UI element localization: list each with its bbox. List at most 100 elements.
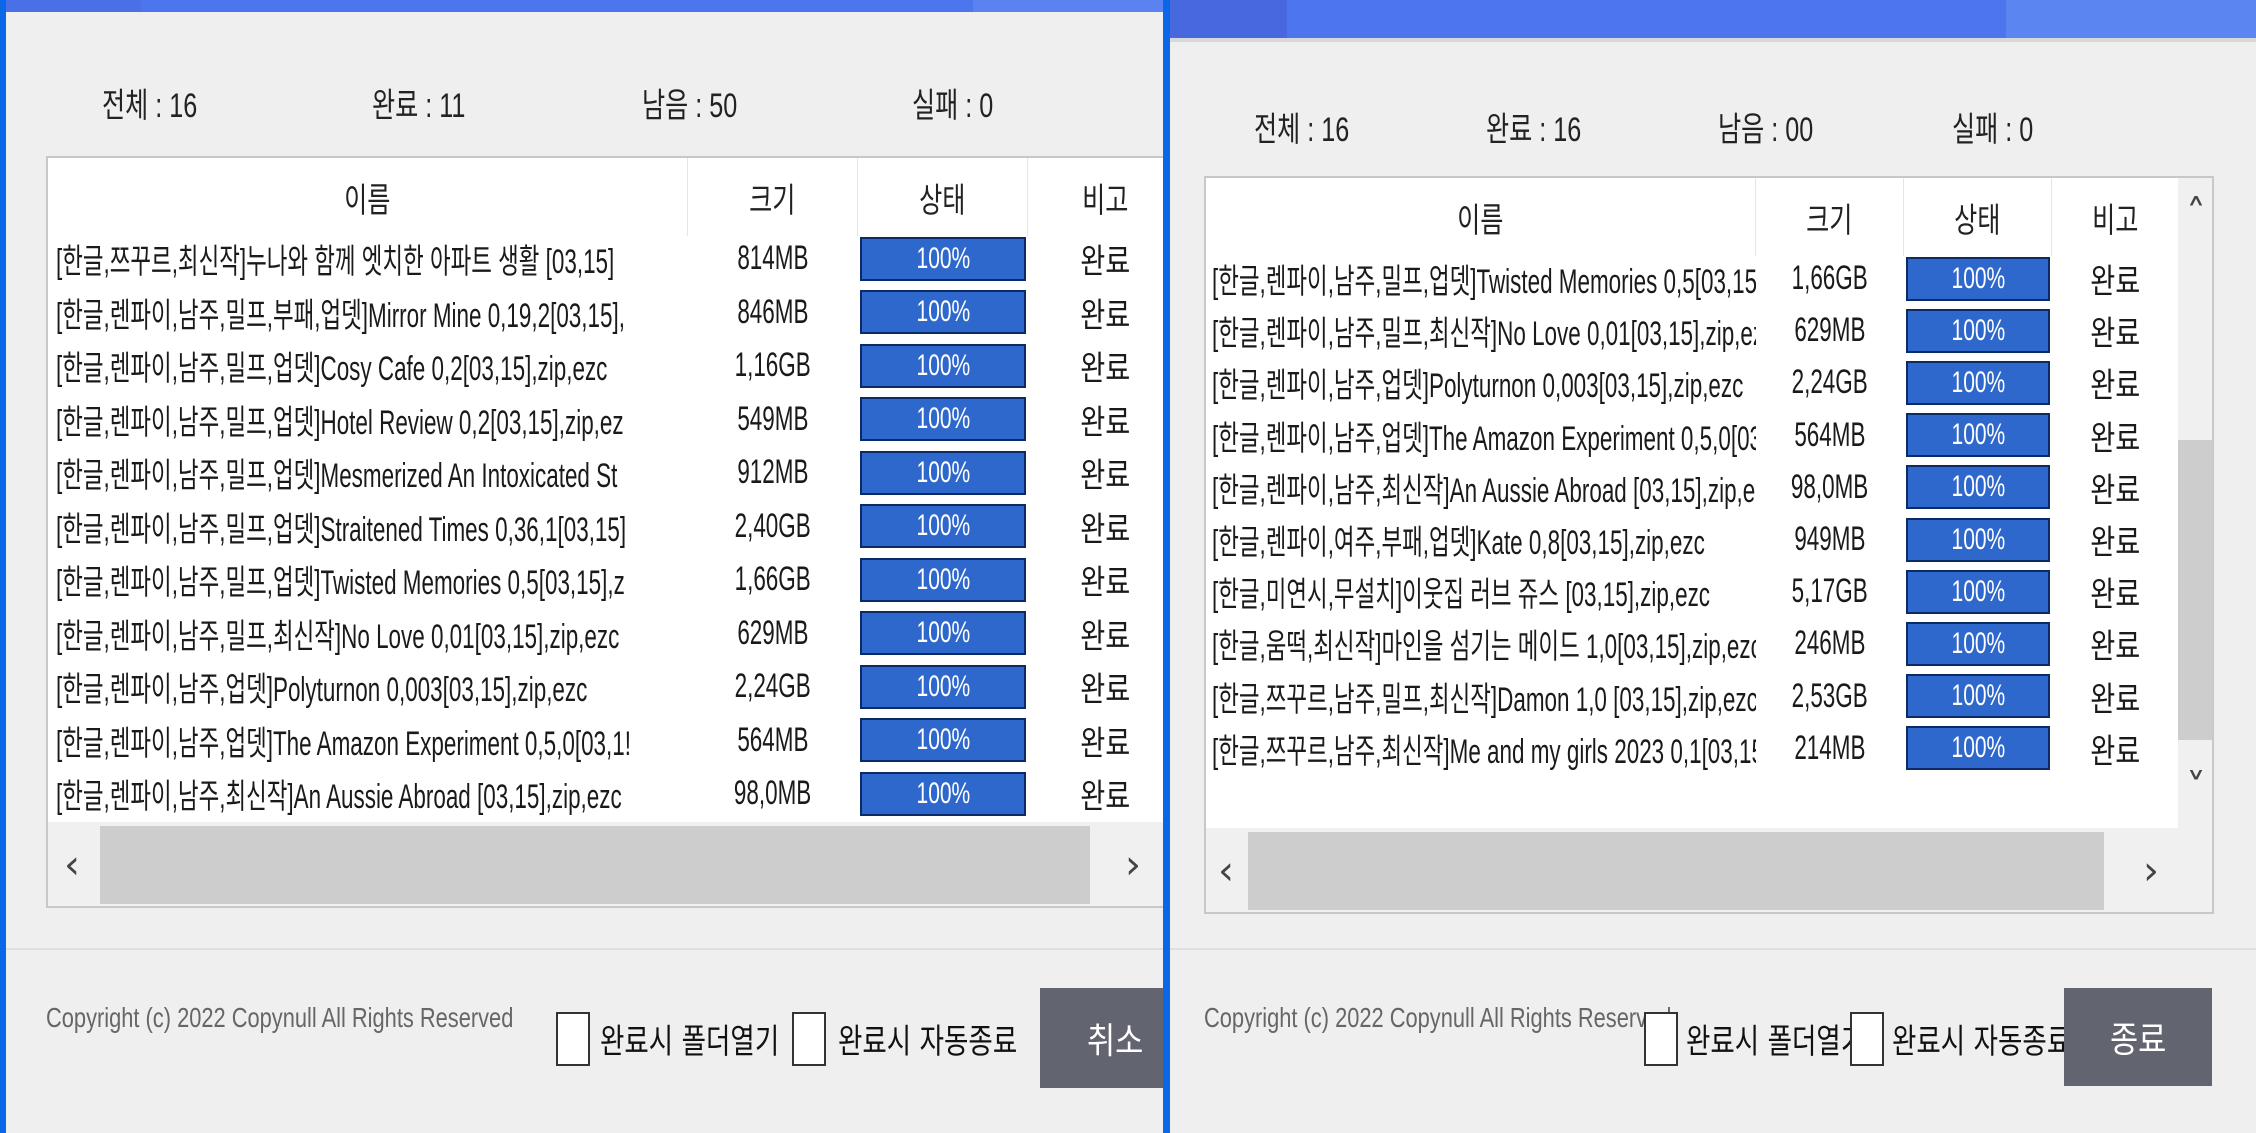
table-row[interactable]: [한글,렌파이,남주,밀프,업뎃]Cosy Cafe 0,2[03,15],zi… (48, 339, 1163, 392)
progress-label: 100% (1951, 679, 2005, 713)
stat-total: 전체 : 16 (1254, 111, 1350, 149)
file-size-cell: 2,53GB (1791, 676, 1869, 715)
table-row[interactable]: [한글,렌파이,남주,밀프,업뎃]Straitened Times 0,36,1… (48, 500, 1163, 553)
file-size-cell: 564MB (1794, 415, 1866, 454)
progress-label: 100% (916, 509, 970, 542)
scroll-left-icon[interactable]: ‹ (48, 822, 96, 906)
progress-bar: 100% (860, 611, 1026, 655)
note-cell: 완료 (2089, 628, 2141, 667)
note-cell: 완료 (2089, 524, 2141, 562)
scrollbar-thumb-horizontal[interactable] (1248, 832, 2104, 910)
column-header-note[interactable]: 비고 (1028, 158, 1163, 236)
file-size-cell: 912MB (737, 453, 809, 491)
file-name-cell: [한글,렌파이,남주,밀프,업뎃]Twisted Memories 0,5[03… (1212, 263, 1756, 301)
table-row[interactable]: [한글,렌파이,남주,밀프,업뎃]Mesmerized An Intoxicat… (48, 446, 1163, 499)
column-header-status[interactable]: 상태 (1904, 178, 2052, 256)
stat-failed: 실패 : 0 (1952, 111, 2034, 149)
scroll-right-icon[interactable]: › (1108, 822, 1158, 906)
scrollbar-thumb[interactable] (2178, 440, 2212, 740)
file-name-cell: [한글,쯔꾸르,최신작]누나와 함께 엣치한 아파트 생활 [03,15] (56, 243, 615, 281)
status-cell: 100% (1904, 565, 2052, 618)
status-cell: 100% (858, 714, 1028, 767)
open-folder-checkbox[interactable] (1644, 1012, 1678, 1066)
file-size-cell: 629MB (1794, 311, 1866, 350)
note-cell: 완료 (1080, 403, 1131, 442)
stat-done: 완료 : 11 (372, 87, 466, 125)
scroll-down-icon[interactable]: ˅ (2178, 764, 2212, 814)
column-header-note[interactable]: 비고 (2052, 178, 2178, 256)
scrollbar-thumb[interactable] (100, 826, 1090, 904)
file-name-cell: [한글,쯔꾸르,남주,밀프,최신작]Damon 1,0 [03,15],zip,… (1212, 680, 1756, 719)
file-name-cell: [한글,움떡,최신작]마인을 섬기는 메이드 1,0[03,15],zip,ez… (1212, 628, 1756, 667)
progress-bar: 100% (1906, 256, 2050, 301)
table-row[interactable]: [한글,렌파이,남주,밀프,최신작]No Love 0,01[03,15],zi… (1206, 304, 2178, 357)
table-row[interactable]: [한글,쯔꾸르,남주,밀프,최신작]Damon 1,0 [03,15],zip,… (1206, 670, 2178, 723)
table-row[interactable]: [한글,렌파이,남주,업뎃]The Amazon Experiment 0,5,… (48, 714, 1163, 767)
table-row[interactable]: [한글,렌파이,여주,부패,업뎃]Kate 0,8[03,15],zip,ezc… (1206, 513, 2178, 566)
horizontal-scrollbar[interactable]: ‹ › (1206, 828, 2212, 912)
scroll-up-icon[interactable]: ˄ (2178, 190, 2212, 240)
vertical-scrollbar[interactable]: ˄ ˅ (2178, 178, 2212, 828)
table-row[interactable]: [한글,렌파이,남주,업뎃]Polyturnon 0,003[03,15],zi… (48, 660, 1163, 713)
column-header-name[interactable]: 이름 (48, 158, 688, 236)
file-size-cell: 1,16GB (734, 346, 812, 384)
column-header-size[interactable]: 크기 (1756, 178, 1904, 256)
note-cell: 완료 (1080, 296, 1131, 335)
table-row[interactable]: [한글,쯔꾸르,최신작]누나와 함께 엣치한 아파트 생활 [03,15] 814… (48, 232, 1163, 285)
table-row[interactable]: [한글,렌파이,남주,업뎃]Polyturnon 0,003[03,15],zi… (1206, 356, 2178, 409)
file-name-cell: [한글,렌파이,남주,밀프,부패,업뎃]Mirror Mine 0,19,2[0… (56, 296, 625, 335)
auto-exit-checkbox[interactable] (1850, 1012, 1884, 1066)
progress-label: 100% (916, 455, 970, 489)
progress-label: 100% (1951, 522, 2005, 556)
progress-label: 100% (916, 241, 970, 275)
table-row[interactable]: [한글,렌파이,남주,밀프,업뎃]Twisted Memories 0,5[03… (48, 553, 1163, 606)
table-row[interactable]: [한글,렌파이,남주,밀프,최신작]No Love 0,01[03,15],zi… (48, 607, 1163, 660)
file-list[interactable]: 이름 크기 상태 비고 [한글,쯔꾸르,최신작]누나와 함께 엣치한 아파트 생… (46, 156, 1163, 908)
auto-exit-checkbox[interactable] (792, 1012, 826, 1066)
progress-label: 100% (916, 295, 970, 328)
progress-label: 100% (1951, 470, 2005, 504)
title-bar-accent (973, 0, 1163, 12)
table-row[interactable]: [한글,렌파이,남주,밀프,부패,업뎃]Mirror Mine 0,19,2[0… (48, 286, 1163, 339)
scroll-left-icon[interactable]: ‹ (1206, 828, 1246, 912)
column-header-status[interactable]: 상태 (858, 158, 1028, 236)
table-row[interactable]: [한글,움떡,최신작]마인을 섬기는 메이드 1,0[03,15],zip,ez… (1206, 617, 2178, 670)
progress-label: 100% (916, 776, 970, 810)
note-cell: 완료 (2089, 315, 2141, 354)
progress-bar: 100% (860, 236, 1026, 281)
column-header-name[interactable]: 이름 (1206, 178, 1756, 256)
table-row[interactable]: [한글,렌파이,남주,최신작]An Aussie Abroad [03,15],… (48, 767, 1163, 820)
open-folder-checkbox[interactable] (556, 1012, 590, 1066)
cancel-button[interactable]: 취소 (1040, 988, 1163, 1088)
scroll-right-icon[interactable]: › (2126, 828, 2176, 912)
title-bar-accent (6, 0, 141, 12)
progress-label: 100% (1951, 731, 2005, 765)
file-name-cell: [한글,렌파이,남주,밀프,업뎃]Hotel Review 0,2[03,15]… (56, 403, 624, 442)
table-row[interactable]: [한글,렌파이,남주,밀프,업뎃]Twisted Memories 0,5[03… (1206, 252, 2178, 305)
horizontal-scrollbar[interactable]: ‹ › (48, 822, 1163, 906)
status-cell: 100% (858, 446, 1028, 499)
table-row[interactable]: [한글,렌파이,남주,업뎃]The Amazon Experiment 0,5,… (1206, 409, 2178, 462)
file-name-cell: [한글,미연시,무설치]이웃집 러브 쥬스 [03,15],zip,ezc (1212, 576, 1711, 615)
title-divider (1170, 38, 2256, 42)
column-header-size[interactable]: 크기 (688, 158, 858, 236)
stat-done: 완료 : 16 (1486, 111, 1582, 149)
table-row[interactable]: [한글,렌파이,남주,최신작]An Aussie Abroad [03,15],… (1206, 461, 2178, 514)
status-cell: 100% (1904, 304, 2052, 357)
title-bar[interactable] (1170, 0, 2256, 38)
stat-total: 전체 : 16 (102, 87, 198, 125)
progress-bar: 100% (1906, 674, 2050, 719)
close-button[interactable]: 종료 (2064, 988, 2212, 1086)
download-window-right: 전체 : 16 완료 : 16 남음 : 00 실패 : 0 이름 크기 상태 … (1170, 0, 2256, 1133)
status-cell: 100% (1904, 670, 2052, 723)
file-list[interactable]: 이름 크기 상태 비고 [한글,렌파이,남주,밀프,업뎃]Twisted Mem… (1204, 176, 2214, 914)
file-name-cell: [한글,렌파이,남주,최신작]An Aussie Abroad [03,15],… (1212, 471, 1756, 510)
open-folder-label: 완료시 폴더열기 (1686, 1022, 1866, 1062)
file-size-cell: 98,0MB (734, 774, 812, 812)
title-bar[interactable] (6, 0, 1163, 12)
table-row[interactable]: [한글,미연시,무설치]이웃집 러브 쥬스 [03,15],zip,ezc 5,1… (1206, 565, 2178, 618)
progress-bar: 100% (860, 450, 1026, 495)
table-row[interactable]: [한글,렌파이,남주,밀프,업뎃]Hotel Review 0,2[03,15]… (48, 393, 1163, 446)
table-row[interactable]: [한글,쯔꾸르,남주,최신작]Me and my girls 2023 0,1[… (1206, 722, 2178, 775)
file-size-cell: 2,24GB (1791, 363, 1869, 402)
